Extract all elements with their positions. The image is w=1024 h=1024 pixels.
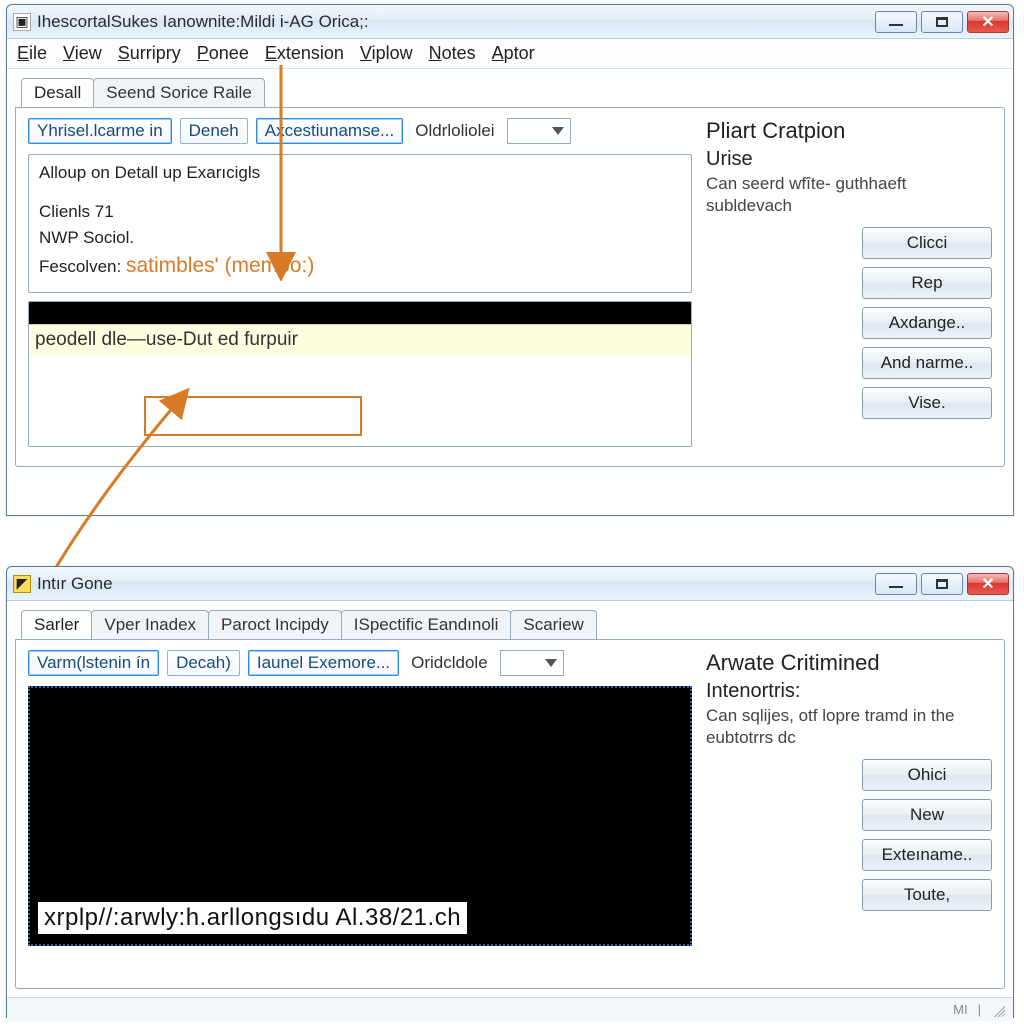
close-button[interactable]: ✕ (967, 11, 1009, 33)
panel-right: Arwate Critimined Intenortris: Can sqlij… (692, 650, 992, 976)
list-header (29, 302, 691, 324)
btn-new[interactable]: New (862, 799, 992, 831)
btn-andname[interactable]: And narme.. (862, 347, 992, 379)
menu-file[interactable]: Eile (17, 43, 47, 64)
button-column: Clicci Rep Axdange.. And narme.. Vise. (706, 227, 992, 419)
chevron-down-icon (552, 127, 564, 135)
window-buttons: ✕ (875, 11, 1009, 33)
tb-yhrisel[interactable]: Yhrisel.lcarme in (28, 118, 172, 144)
tab-ispec[interactable]: ISpectific Eandınoli (341, 610, 512, 640)
btn-clicci[interactable]: Clicci (862, 227, 992, 259)
btn-exte[interactable]: Exteıname.. (862, 839, 992, 871)
window-2: ◤ Intır Gone ✕ Sarler Vper Inadex Paroct… (6, 566, 1014, 1018)
app-icon: ◤ (13, 575, 31, 593)
statusbar: MI | (7, 997, 1013, 1021)
tb-iaunel[interactable]: Iaunel Exemore... (248, 650, 399, 676)
list-area: peodell dle—use-Dut ed furpuir (28, 301, 692, 447)
panel: Varm(lstenin ín Decah) Iaunel Exemore...… (15, 639, 1005, 989)
maximize-button[interactable] (921, 573, 963, 595)
panel-left: Varm(lstenin ín Decah) Iaunel Exemore...… (28, 650, 692, 976)
panel: Yhrisel.lcarme in Deneh Axcestiunamse...… (15, 107, 1005, 467)
button-column: Ohici New Exteıname.. Toute, (706, 759, 992, 911)
menu-ponee[interactable]: Ponee (197, 43, 249, 64)
tb-deneh[interactable]: Deneh (180, 118, 248, 144)
tb-varm[interactable]: Varm(lstenin ín (28, 650, 159, 676)
group-legend: Alloup on Detall up Exarıcigls (39, 163, 681, 183)
resize-grip-icon[interactable] (991, 1003, 1005, 1017)
tab-sarler[interactable]: Sarler (21, 610, 92, 640)
detail-line-3-label: Fescolven: (39, 257, 121, 276)
maximize-button[interactable] (921, 11, 963, 33)
tb-axcest[interactable]: Axcestiunamse... (256, 118, 403, 144)
titlebar[interactable]: ▣ IhescortalSukes Ianownite:Mildi i-AG O… (7, 5, 1013, 39)
detail-groupbox: Alloup on Detall up Exarıcigls Clienls 7… (28, 154, 692, 293)
status-text: MI (953, 1002, 967, 1017)
side-heading-2: Intenortris: (706, 680, 992, 703)
tabbar: Desall Seend Sorice Raile (21, 75, 1005, 107)
panel-left: Yhrisel.lcarme in Deneh Axcestiunamse...… (28, 118, 692, 454)
detail-line-3: Fescolven: satimbles' (membo:) (39, 250, 681, 282)
detail-line-3-value: satimbles' (membo:) (126, 254, 314, 277)
tb-dropdown[interactable] (500, 650, 564, 676)
tab-desall[interactable]: Desall (21, 78, 94, 108)
tb-dropdown[interactable] (507, 118, 571, 144)
list-row-text: peodell dle—use-Dut ed furpuir (35, 329, 298, 350)
minimize-button[interactable] (875, 573, 917, 595)
side-heading-1: Arwate Critimined (706, 650, 992, 676)
menu-surripry[interactable]: Surripry (118, 43, 181, 64)
tab-seend-sorice[interactable]: Seend Sorice Raile (93, 78, 265, 108)
tb-decah[interactable]: Decah) (167, 650, 240, 676)
tab-paroct[interactable]: Paroct Incipdy (208, 610, 342, 640)
app-icon: ▣ (13, 13, 31, 31)
btn-vise[interactable]: Vise. (862, 387, 992, 419)
menubar: Eile View Surripry Ponee Extension Viplo… (7, 39, 1013, 69)
window-buttons: ✕ (875, 573, 1009, 595)
console-output[interactable]: xrplp//:arwly:h.arllongsıdu Al.38/21.ch (28, 686, 692, 946)
btn-toute[interactable]: Toute, (862, 879, 992, 911)
client-area: Sarler Vper Inadex Paroct Incipdy ISpect… (7, 601, 1013, 997)
side-heading-2: Urise (706, 148, 992, 171)
console-url: xrplp//:arwly:h.arllongsıdu Al.38/21.ch (38, 902, 467, 934)
menu-viplow[interactable]: Viplow (360, 43, 413, 64)
minimize-button[interactable] (875, 11, 917, 33)
chevron-down-icon (545, 659, 557, 667)
window-title: Intır Gone (37, 574, 875, 594)
tab-vper[interactable]: Vper Inadex (91, 610, 209, 640)
tb-oridcl: Oridcldole (407, 651, 492, 675)
tab-scariew[interactable]: Scariew (510, 610, 596, 640)
btn-rep[interactable]: Rep (862, 267, 992, 299)
panel-right: Pliart Cratpion Urise Can seerd wfîte- g… (692, 118, 992, 454)
menu-extension[interactable]: Extension (265, 43, 344, 64)
side-heading-1: Pliart Cratpion (706, 118, 992, 144)
side-text: Can sqlijes, otf lopre tramd in the eubt… (706, 705, 992, 749)
menu-view[interactable]: View (63, 43, 102, 64)
btn-axdange[interactable]: Axdange.. (862, 307, 992, 339)
window-1: ▣ IhescortalSukes Ianownite:Mildi i-AG O… (6, 4, 1014, 516)
menu-notes[interactable]: Notes (429, 43, 476, 64)
tb-oldrl: Oldrloliolei (411, 119, 498, 143)
tabbar: Sarler Vper Inadex Paroct Incipdy ISpect… (21, 607, 1005, 639)
side-text: Can seerd wfîte- guthhaeft subldevach (706, 173, 992, 217)
close-button[interactable]: ✕ (967, 573, 1009, 595)
detail-line-2: NWP Sociol. (39, 225, 681, 251)
btn-ohici[interactable]: Ohici (862, 759, 992, 791)
client-area: Desall Seend Sorice Raile Yhrisel.lcarme… (7, 69, 1013, 475)
menu-aptor[interactable]: Aptor (492, 43, 535, 64)
list-row[interactable]: peodell dle—use-Dut ed furpuir (29, 324, 691, 355)
titlebar[interactable]: ◤ Intır Gone ✕ (7, 567, 1013, 601)
toolbar: Varm(lstenin ín Decah) Iaunel Exemore...… (28, 650, 692, 676)
window-title: IhescortalSukes Ianownite:Mildi i-AG Ori… (37, 12, 875, 32)
detail-line-1: Clienls 71 (39, 199, 681, 225)
toolbar: Yhrisel.lcarme in Deneh Axcestiunamse...… (28, 118, 692, 144)
